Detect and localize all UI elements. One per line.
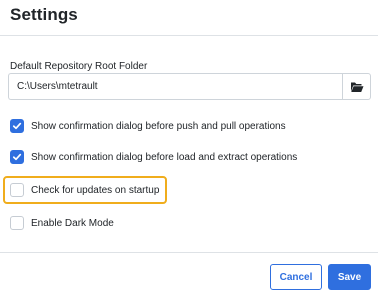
push-pull-label: Show confirmation dialog before push and… (31, 120, 286, 132)
check-updates-checkbox[interactable] (10, 183, 24, 197)
header-divider (0, 35, 378, 36)
load-extract-checkbox[interactable] (10, 150, 24, 164)
dark-mode-checkbox[interactable] (10, 216, 24, 230)
dark-mode-label: Enable Dark Mode (31, 217, 114, 229)
load-extract-label: Show confirmation dialog before load and… (31, 151, 298, 163)
option-load-extract-confirmation[interactable]: Show confirmation dialog before load and… (10, 150, 297, 164)
repository-folder-input[interactable] (8, 73, 342, 100)
checkmark-icon (12, 153, 22, 161)
folder-open-icon (350, 82, 363, 92)
option-push-pull-confirmation[interactable]: Show confirmation dialog before push and… (10, 119, 286, 133)
settings-dialog: Settings Default Repository Root Folder … (0, 0, 378, 296)
option-check-updates[interactable]: Check for updates on startup (10, 183, 159, 197)
footer-divider (0, 252, 378, 253)
repository-folder-label: Default Repository Root Folder (10, 61, 148, 72)
check-updates-label: Check for updates on startup (31, 184, 160, 196)
cancel-button[interactable]: Cancel (270, 264, 322, 290)
browse-folder-button[interactable] (342, 73, 371, 100)
dialog-title: Settings (10, 5, 78, 24)
save-button[interactable]: Save (328, 264, 371, 290)
checkmark-icon (12, 122, 22, 130)
push-pull-checkbox[interactable] (10, 119, 24, 133)
repository-folder-group (8, 73, 371, 100)
option-dark-mode[interactable]: Enable Dark Mode (10, 216, 114, 230)
